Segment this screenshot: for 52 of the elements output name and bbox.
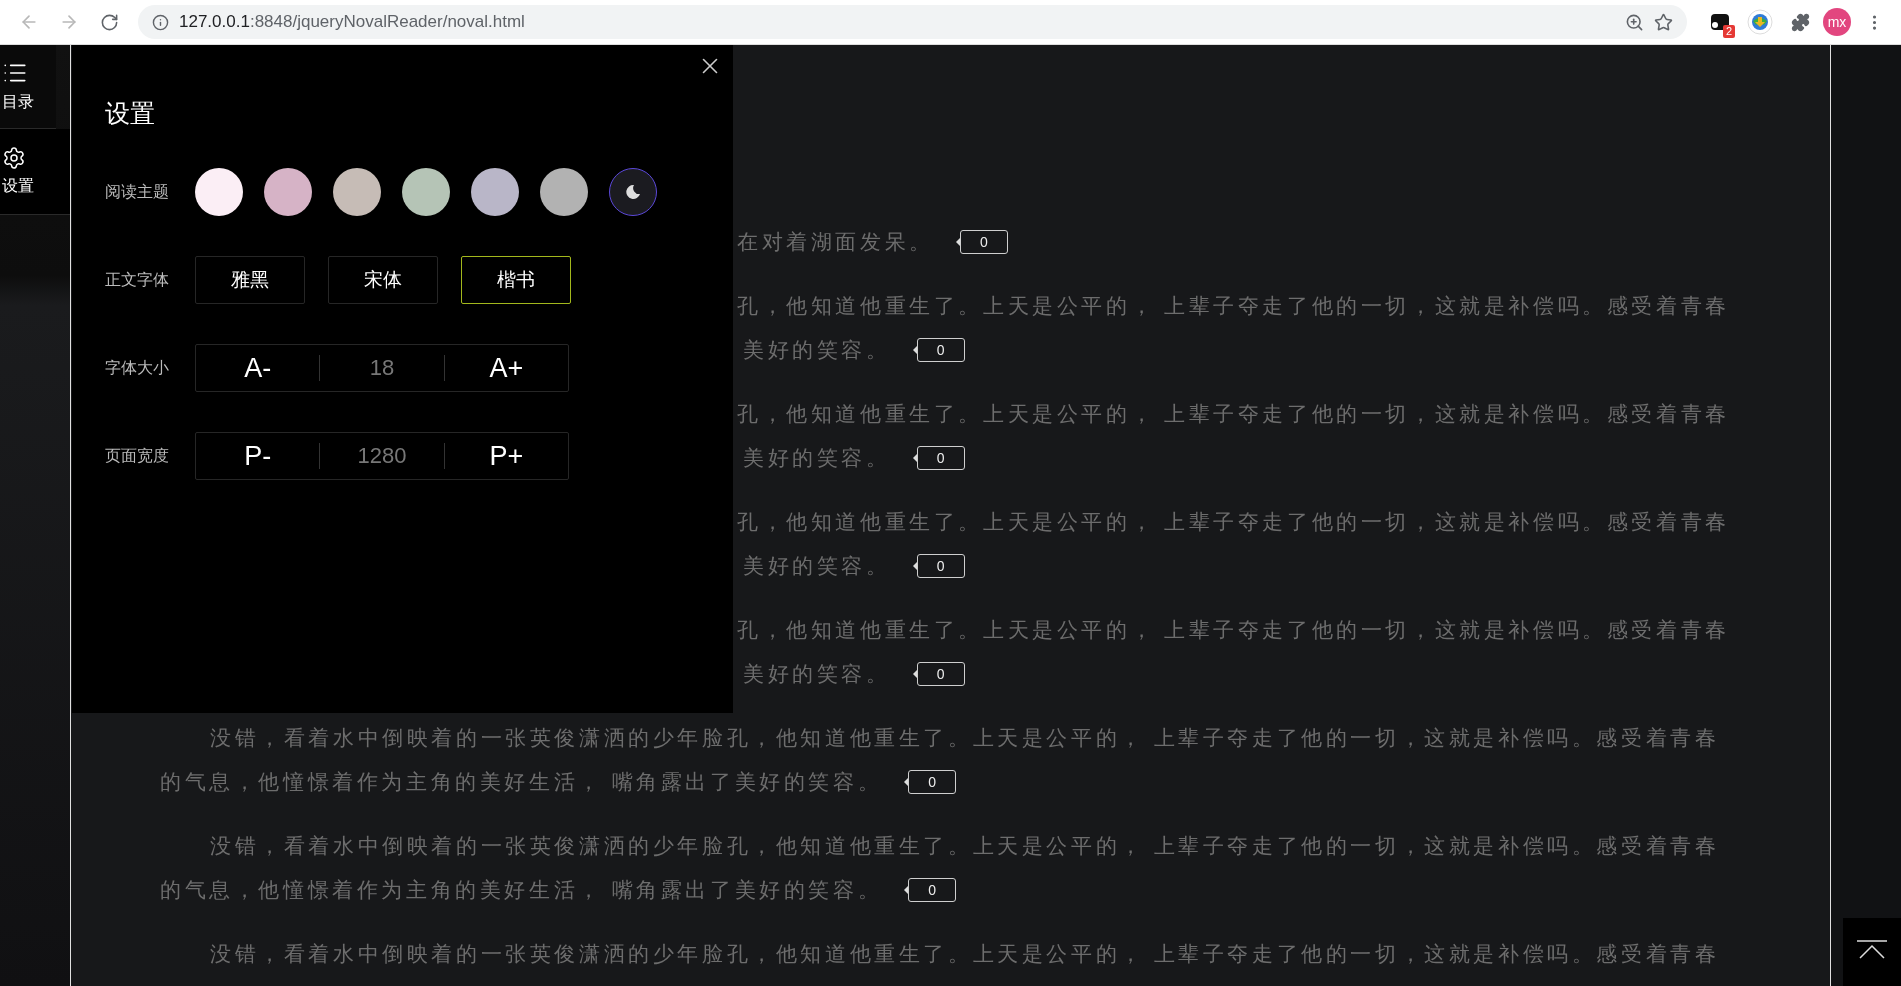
profile-avatar[interactable]: mx bbox=[1823, 8, 1851, 36]
info-icon bbox=[152, 13, 169, 31]
text-line: 孔，他知道他重生了。上天是公平的， 上辈子夺走了他的一切，这就是补偿吗。感受着青春 bbox=[737, 509, 1730, 536]
setting-label: 字体大小 bbox=[105, 357, 170, 378]
theme-swatch[interactable] bbox=[471, 168, 519, 216]
setting-label: 正文字体 bbox=[105, 269, 170, 290]
text-line: 美好的笑容。 bbox=[743, 661, 891, 688]
reload-icon bbox=[99, 12, 119, 32]
font-option[interactable]: 宋体 bbox=[328, 256, 438, 304]
sidebar-item[interactable]: 目录 bbox=[0, 45, 56, 129]
text-line: 没错，看着水中倒映着的一张英俊潇洒的少年脸孔，他知道他重生了。上天是公平的， 上辈子夺走了他的一切，这就是补偿吗。感受着青春 bbox=[210, 725, 1720, 752]
url-text: 127.0.0.1:8848/jqueryNovalReader/noval.html bbox=[179, 12, 525, 32]
text-line: 美好的笑容。 bbox=[743, 445, 891, 472]
setting-label: 阅读主题 bbox=[105, 181, 170, 202]
font-option[interactable]: 楷书 bbox=[461, 256, 571, 304]
back-to-top-button[interactable] bbox=[1843, 918, 1901, 986]
text-line: 孔，他知道他重生了。上天是公平的， 上辈子夺走了他的一切，这就是补偿吗。感受着青春 bbox=[737, 617, 1730, 644]
sidebar-label: 目录 bbox=[2, 92, 34, 112]
settings-icon bbox=[2, 146, 26, 170]
text-line: 美好的笑容。 bbox=[743, 337, 891, 364]
download-globe-icon[interactable] bbox=[1747, 9, 1773, 35]
text-line: 没错，看着水中倒映着的一张英俊潇洒的少年脸孔，他知道他重生了。上天是公平的， 上辈子夺走了他的一切，这就是补偿吗。感受着青春 bbox=[210, 833, 1720, 860]
star-icon[interactable] bbox=[1654, 12, 1673, 32]
decrease-button[interactable]: P- bbox=[196, 433, 320, 479]
value-text: 18 bbox=[368, 355, 396, 381]
text-line: 在对着湖面发呆。 bbox=[737, 229, 934, 256]
text-line: 孔，他知道他重生了。上天是公平的， 上辈子夺走了他的一切，这就是补偿吗。感受着青春 bbox=[737, 293, 1730, 320]
text-line: 孔，他知道他重生了。上天是公平的， 上辈子夺走了他的一切，这就是补偿吗。感受着青春 bbox=[737, 401, 1730, 428]
sidebar-label: 设置 bbox=[2, 176, 34, 196]
theme-swatch[interactable] bbox=[333, 168, 381, 216]
notification-badge: 2 bbox=[1722, 25, 1735, 38]
address-bar[interactable]: 127.0.0.1:8848/jqueryNovalReader/noval.html bbox=[138, 5, 1687, 39]
text-line: 的气息，他憧憬着作为主角的美好生活， 嘴角露出了美好的笑容。 bbox=[160, 877, 883, 904]
font-option[interactable]: 雅黑 bbox=[195, 256, 305, 304]
theme-swatch[interactable] bbox=[402, 168, 450, 216]
text-line: 没错，看着水中倒映着的一张英俊潇洒的少年脸孔，他知道他重生了。上天是公平的， 上辈子夺走了他的一切，这就是补偿吗。感受着青春 bbox=[210, 941, 1720, 968]
zoom-icon[interactable] bbox=[1625, 12, 1644, 32]
sidebar-item[interactable]: 设置 bbox=[0, 129, 70, 215]
value-text: 1280 bbox=[356, 443, 408, 469]
text-line: 美好的笑容。 bbox=[743, 553, 891, 580]
decrease-button[interactable]: A- bbox=[196, 345, 320, 391]
setting-label: 页面宽度 bbox=[105, 445, 170, 466]
theme-swatch[interactable] bbox=[264, 168, 312, 216]
puzzle-icon[interactable] bbox=[1790, 12, 1810, 32]
theme-swatch[interactable] bbox=[540, 168, 588, 216]
increase-button[interactable]: P+ bbox=[444, 433, 568, 479]
panel-title: 设置 bbox=[105, 98, 156, 129]
theme-swatch[interactable] bbox=[195, 168, 243, 216]
text-line: 的气息，他憧憬着作为主角的美好生活， 嘴角露出了美好的笑容。 bbox=[160, 769, 883, 796]
theme-swatch[interactable] bbox=[609, 168, 657, 216]
increase-button[interactable]: A+ bbox=[444, 345, 568, 391]
moon-icon bbox=[625, 184, 641, 200]
